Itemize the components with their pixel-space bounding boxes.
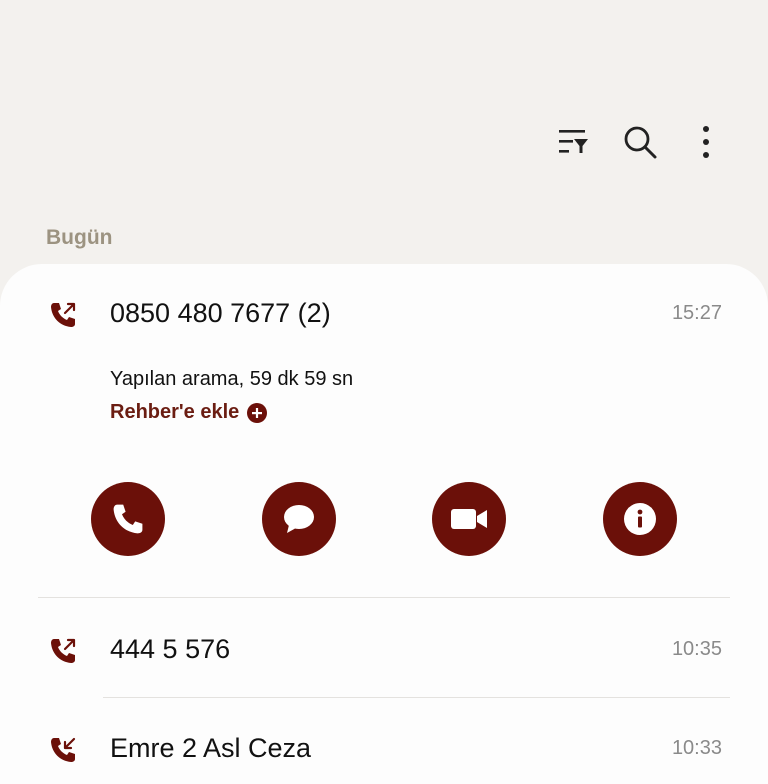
top-toolbar — [532, 118, 730, 166]
outgoing-call-icon — [48, 300, 78, 330]
call-button[interactable] — [91, 482, 165, 556]
add-to-contacts-label: Rehber'e ekle — [110, 401, 240, 423]
call-log-item[interactable]: 0850 480 7677 (2) 15:27 — [0, 284, 768, 344]
section-label-today: Bugün — [46, 226, 113, 249]
filter-list-icon[interactable] — [550, 118, 598, 166]
call-log-item[interactable]: Emre 2 Asl Ceza 10:33 — [0, 719, 768, 779]
message-icon — [284, 505, 314, 533]
call-time: 10:33 — [671, 737, 722, 759]
video-call-icon — [451, 509, 487, 529]
divider — [103, 697, 730, 698]
call-actions — [0, 482, 768, 558]
call-name: Emre 2 Asl Ceza — [110, 733, 312, 763]
video-call-button[interactable] — [432, 482, 506, 556]
call-time: 15:27 — [671, 302, 722, 324]
phone-icon — [113, 504, 143, 534]
info-icon — [624, 503, 656, 535]
call-log-item[interactable]: 444 5 576 10:35 — [0, 620, 768, 680]
search-icon[interactable] — [616, 118, 664, 166]
incoming-call-icon — [48, 735, 78, 765]
plus-circle-icon — [247, 402, 268, 423]
call-name: 0850 480 7677 (2) — [110, 298, 331, 328]
call-time: 10:35 — [671, 638, 722, 660]
info-button[interactable] — [603, 482, 677, 556]
divider — [38, 597, 730, 598]
add-to-contacts-link[interactable]: Rehber'e ekle — [110, 401, 268, 424]
call-detail: Yapılan arama, 59 dk 59 sn — [110, 368, 354, 390]
call-name: 444 5 576 — [110, 634, 231, 664]
outgoing-call-icon — [48, 636, 78, 666]
more-vertical-icon[interactable] — [682, 118, 730, 166]
message-button[interactable] — [262, 482, 336, 556]
